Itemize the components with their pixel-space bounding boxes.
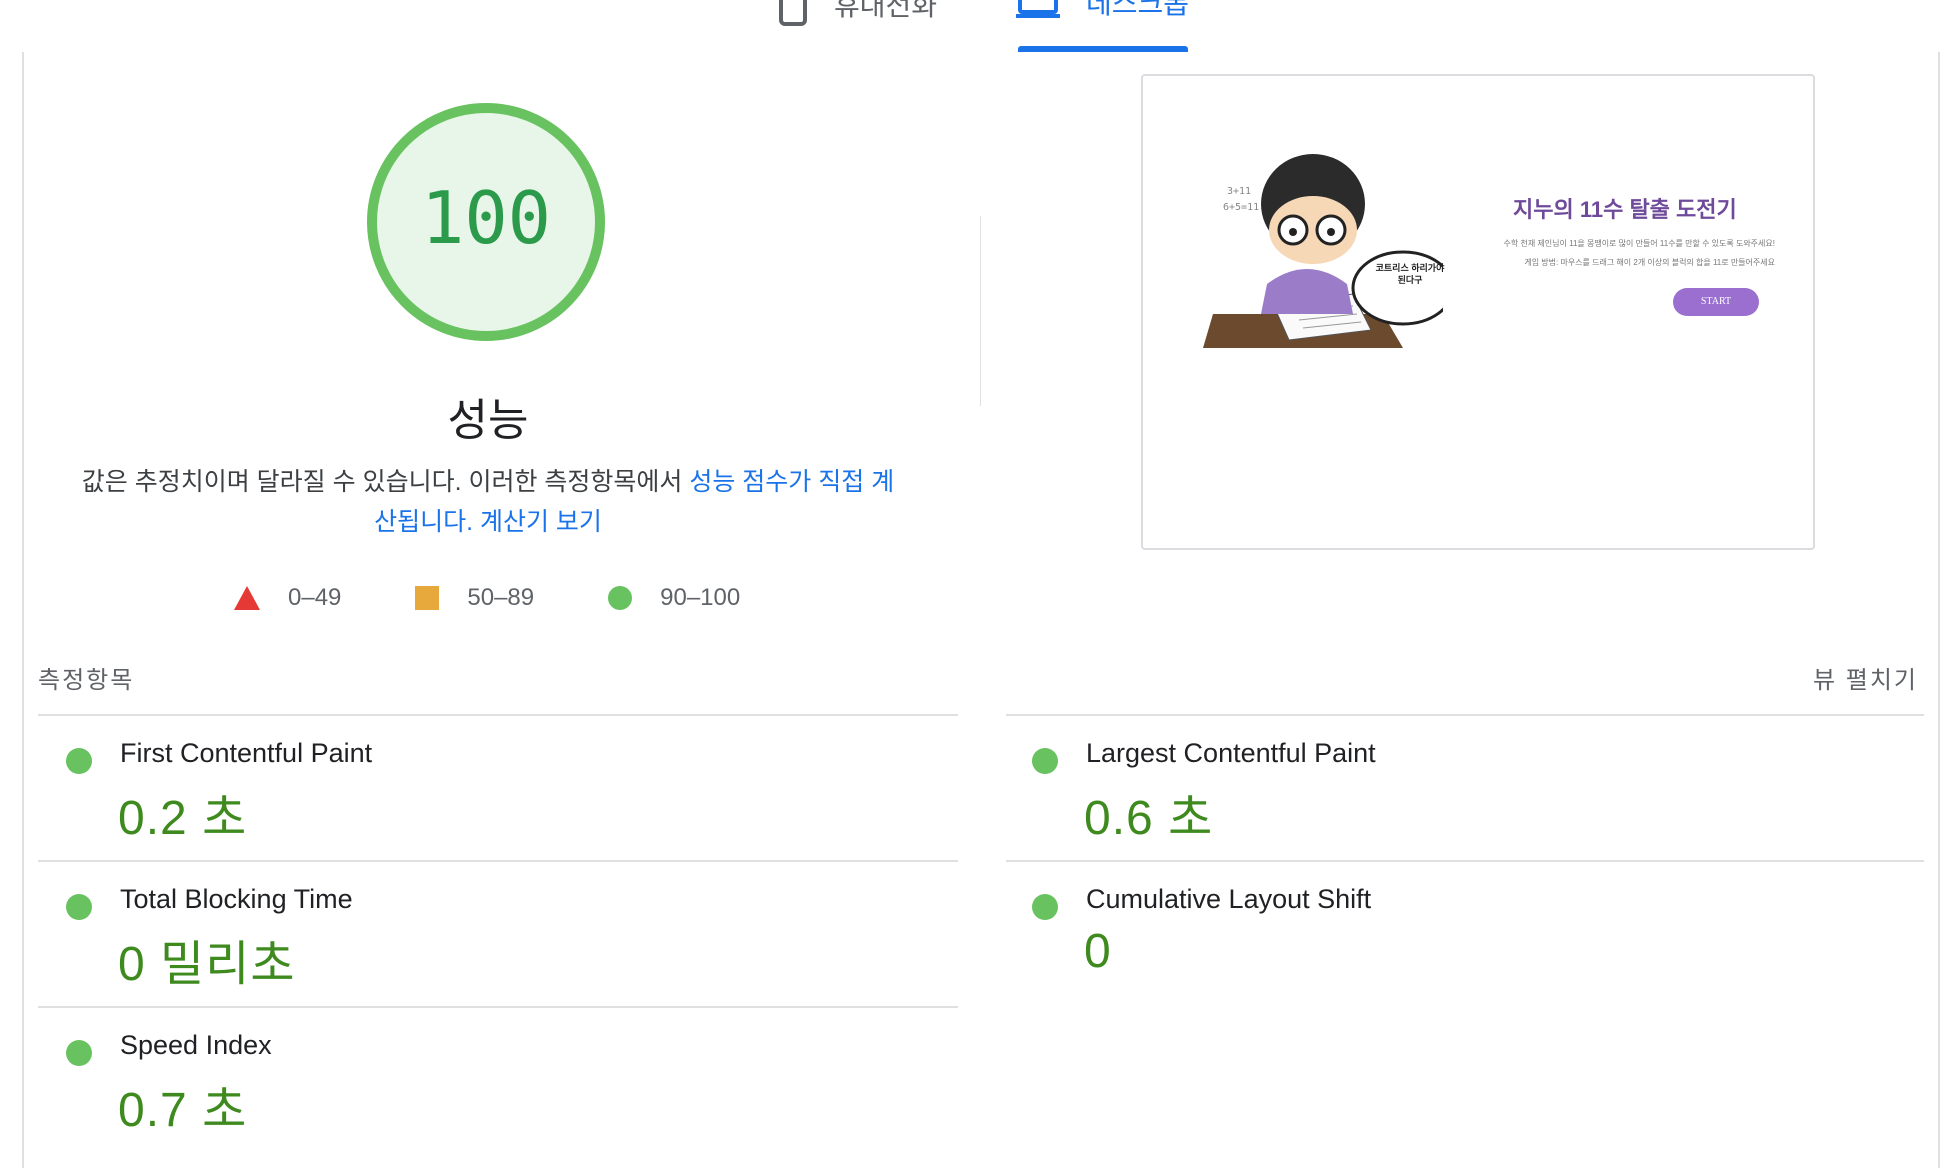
laptop-icon (1016, 0, 1060, 18)
legend-fail-label: 0–49 (288, 584, 342, 611)
metrics-divider (1006, 860, 1924, 862)
tab-desktop-label: 데스크톱 (1086, 0, 1190, 19)
start-button[interactable]: START (1673, 288, 1759, 316)
metric-value: 0.6 초 (1084, 792, 1214, 845)
metric-name: Cumulative Layout Shift (1086, 884, 1372, 914)
character-illustration: 3+11 6+5=11 (1203, 154, 1443, 348)
metric-value: 0.2 초 (118, 792, 248, 845)
green-circle-icon (608, 586, 633, 610)
score-description: 값은 추정치이며 달라질 수 있습니다. 이러한 측정항목에서 성능 점수가 직… (80, 462, 896, 542)
phone-icon (779, 0, 807, 26)
metric-name: Largest Contentful Paint (1086, 738, 1376, 768)
metrics-section-title: 측정항목 (38, 667, 135, 694)
tab-mobile[interactable]: 휴대전화 (778, 0, 937, 26)
speech-bubble-text: 코트리스 하리가야된다구 (1375, 263, 1445, 285)
red-triangle-icon (234, 586, 260, 610)
screenshot-subtitle-line1: 수학 천재 제인님이 11을 몽땡이로 많이 만들어 11수를 만할 수 있도록… (1503, 239, 1775, 248)
svg-text:3+11: 3+11 (1227, 186, 1251, 197)
score-legend: 0–49 50–89 90–100 (234, 584, 814, 612)
legend-fail: 0–49 (234, 584, 341, 612)
score-description-text: 값은 추정치이며 달라질 수 있습니다. 이러한 측정항목에서 (81, 468, 690, 496)
svg-text:6+5=11: 6+5=11 (1223, 202, 1259, 213)
metrics-divider (38, 860, 958, 862)
screenshot-subtitle: 수학 천재 제인님이 11을 몽땡이로 많이 만들어 11수를 만할 수 있도록… (1445, 234, 1775, 272)
pass-circle-icon (1032, 748, 1058, 774)
column-divider (980, 216, 981, 406)
frame-right-border (1938, 52, 1940, 1168)
screenshot-title: 지누의 11수 탈출 도전기 (1513, 197, 1737, 222)
expand-view-toggle[interactable]: 뷰 펼치기 (1813, 660, 1918, 695)
metric-value: 0 밀리초 (118, 938, 296, 991)
calculator-link[interactable]: 계산기 보기 (480, 508, 602, 536)
final-screenshot[interactable]: 3+11 6+5=11 코트리스 하리가야된다구 지누의 11수 탈출 도전기 … (1141, 74, 1815, 550)
screenshot-subtitle-line2: 게임 방법: 마우스를 드래그 해이 2개 이상의 블럭의 합을 11로 만들어… (1524, 258, 1775, 267)
pass-circle-icon (66, 748, 92, 774)
pass-circle-icon (1032, 894, 1058, 920)
orange-square-icon (415, 586, 440, 610)
metric-value: 0 (1084, 925, 1112, 978)
metric-name: Total Blocking Time (120, 884, 353, 914)
legend-average-label: 50–89 (467, 584, 535, 611)
pass-circle-icon (66, 894, 92, 920)
legend-pass-label: 90–100 (660, 584, 741, 611)
pass-circle-icon (66, 1040, 92, 1066)
metric-value: 0.7 초 (118, 1084, 248, 1137)
frame-left-border (22, 52, 24, 1168)
metric-name: Speed Index (120, 1030, 272, 1060)
legend-average: 50–89 (415, 584, 534, 612)
performance-score-value: 100 (420, 176, 552, 260)
metric-name: First Contentful Paint (120, 738, 373, 768)
performance-title: 성능 (447, 396, 529, 445)
metrics-divider (1006, 714, 1924, 716)
tab-desktop[interactable]: 데스크톱 (1016, 0, 1189, 22)
active-tab-indicator (1018, 46, 1188, 52)
metrics-divider (38, 1006, 958, 1008)
tab-mobile-label: 휴대전화 (834, 0, 938, 21)
legend-pass: 90–100 (608, 584, 740, 612)
metrics-divider (38, 714, 958, 716)
